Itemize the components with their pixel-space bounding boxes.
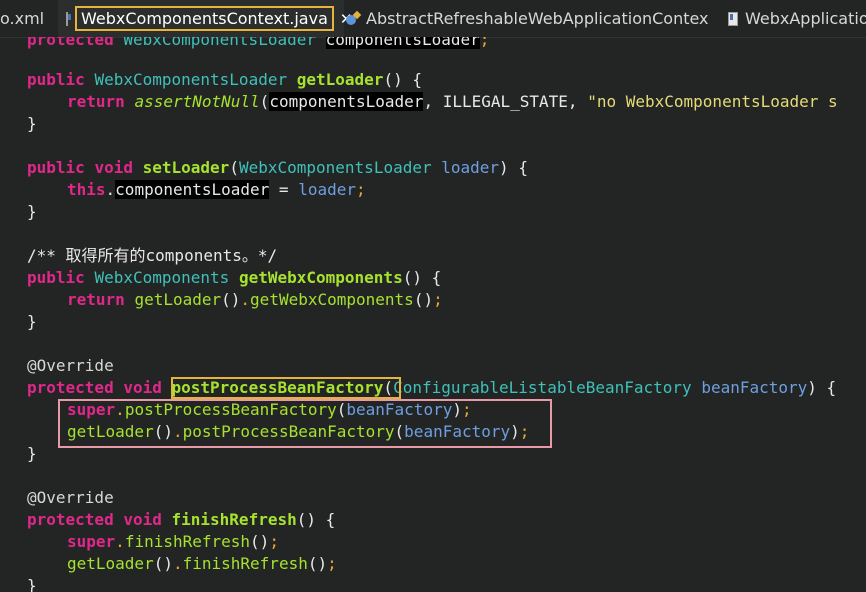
tab-abstract-refreshable[interactable]: AbstractRefreshableWebApplicationContex (346, 0, 709, 37)
java-file-icon (728, 11, 738, 26)
tab-pom-xml[interactable]: o.xml (0, 0, 44, 37)
tab-webx-application[interactable]: WebxApplication (728, 0, 866, 37)
java-file-icon (66, 11, 71, 26)
code-line: public void setLoader(WebxComponentsLoad… (27, 158, 528, 177)
code-line: return getLoader().getWebxComponents(); (67, 290, 443, 309)
code-line: super.finishRefresh(); (67, 532, 279, 551)
code-line: protected void postProcessBeanFactory(Co… (27, 378, 837, 397)
java-class-icon (346, 12, 360, 26)
tab-label: WebxComponentsContext.java (75, 6, 334, 31)
code-line: } (27, 114, 37, 133)
code-line: } (27, 444, 37, 463)
code-line: public WebxComponents getWebxComponents(… (27, 268, 442, 287)
editor-tab-bar: o.xml WebxComponentsContext.java ✕ Abstr… (0, 0, 866, 38)
tab-label: AbstractRefreshableWebApplicationContex (366, 9, 709, 28)
code-line: } (27, 202, 37, 221)
tab-label: o.xml (0, 9, 45, 28)
method-body-highlight (58, 399, 552, 448)
code-line: } (27, 576, 37, 592)
annotation: @Override (27, 488, 114, 507)
code-line: public WebxComponentsLoader getLoader() … (27, 70, 422, 89)
tab-label: WebxApplication (745, 9, 866, 28)
code-line: protected WebxComponentsLoader component… (27, 37, 489, 51)
code-editor[interactable]: protected WebxComponentsLoader component… (0, 37, 866, 592)
code-line: protected void finishRefresh() { (27, 510, 336, 529)
code-line: } (27, 312, 37, 331)
code-line: this.componentsLoader = loader; (67, 180, 366, 199)
code-comment: /** 取得所有的components。*/ (27, 246, 278, 265)
tab-webx-components-context[interactable]: WebxComponentsContext.java ✕ (58, 0, 352, 37)
annotation: @Override (27, 356, 114, 375)
code-line: return assertNotNull(componentsLoader, I… (67, 92, 838, 111)
code-line: getLoader().finishRefresh(); (67, 554, 337, 573)
method-name-highlight (171, 377, 401, 399)
